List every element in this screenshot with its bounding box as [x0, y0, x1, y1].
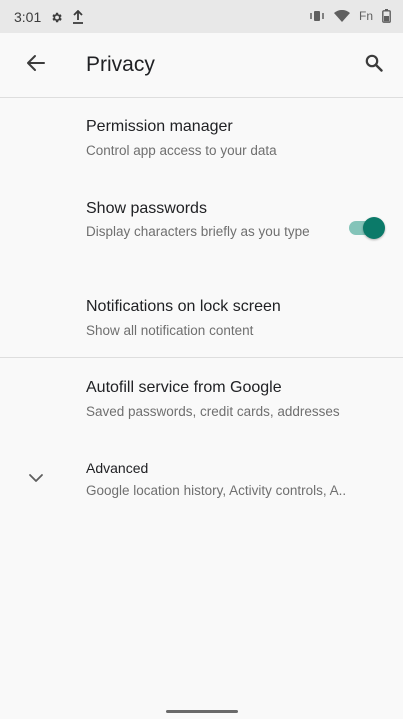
wifi-icon	[333, 9, 350, 23]
show-passwords-title: Show passwords	[86, 200, 207, 217]
permission-manager-item[interactable]: Permission manager Control app access to…	[0, 98, 403, 180]
advanced-item[interactable]: Advanced Google location history, Activi…	[0, 438, 403, 518]
gesture-nav-handle[interactable]	[166, 710, 238, 713]
show-passwords-subtitle: Display characters briefly as you type	[86, 224, 310, 239]
advanced-subtitle: Google location history, Activity contro…	[86, 483, 347, 498]
permission-manager-subtitle: Control app access to your data	[86, 143, 277, 158]
autofill-service-title: Autofill service from Google	[86, 379, 282, 396]
status-bar: 3:01 Fn	[0, 0, 403, 33]
arrow-left-icon	[26, 53, 46, 78]
permission-manager-title: Permission manager	[86, 118, 233, 135]
carrier-label: Fn	[358, 9, 373, 23]
lock-screen-notifications-subtitle: Show all notification content	[86, 323, 254, 338]
status-bar-left: 3:01	[14, 9, 84, 25]
settings-gear-icon	[50, 11, 63, 24]
battery-icon	[382, 9, 391, 23]
chevron-down-icon	[26, 468, 46, 488]
toggle-thumb	[363, 217, 385, 239]
search-button[interactable]	[361, 52, 387, 78]
vibrate-icon	[309, 10, 325, 22]
app-bar: Privacy	[0, 33, 403, 97]
advanced-title: Advanced	[86, 460, 149, 476]
back-button[interactable]	[24, 53, 48, 77]
autofill-service-item[interactable]: Autofill service from Google Saved passw…	[0, 358, 403, 438]
page-title: Privacy	[86, 53, 155, 76]
lock-screen-notifications-title: Notifications on lock screen	[86, 298, 281, 315]
show-passwords-toggle[interactable]	[347, 216, 385, 240]
status-time: 3:01	[14, 9, 42, 25]
lock-screen-notifications-item[interactable]: Notifications on lock screen Show all no…	[0, 282, 403, 357]
upload-icon	[72, 10, 84, 24]
autofill-service-subtitle: Saved passwords, credit cards, addresses	[86, 404, 340, 419]
privacy-settings-screen: 3:01 Fn Privacy Permission manager Contr…	[0, 0, 403, 719]
show-passwords-item[interactable]: Show passwords Display characters briefl…	[0, 180, 403, 282]
search-icon	[365, 54, 383, 77]
status-bar-right: Fn	[309, 9, 391, 23]
